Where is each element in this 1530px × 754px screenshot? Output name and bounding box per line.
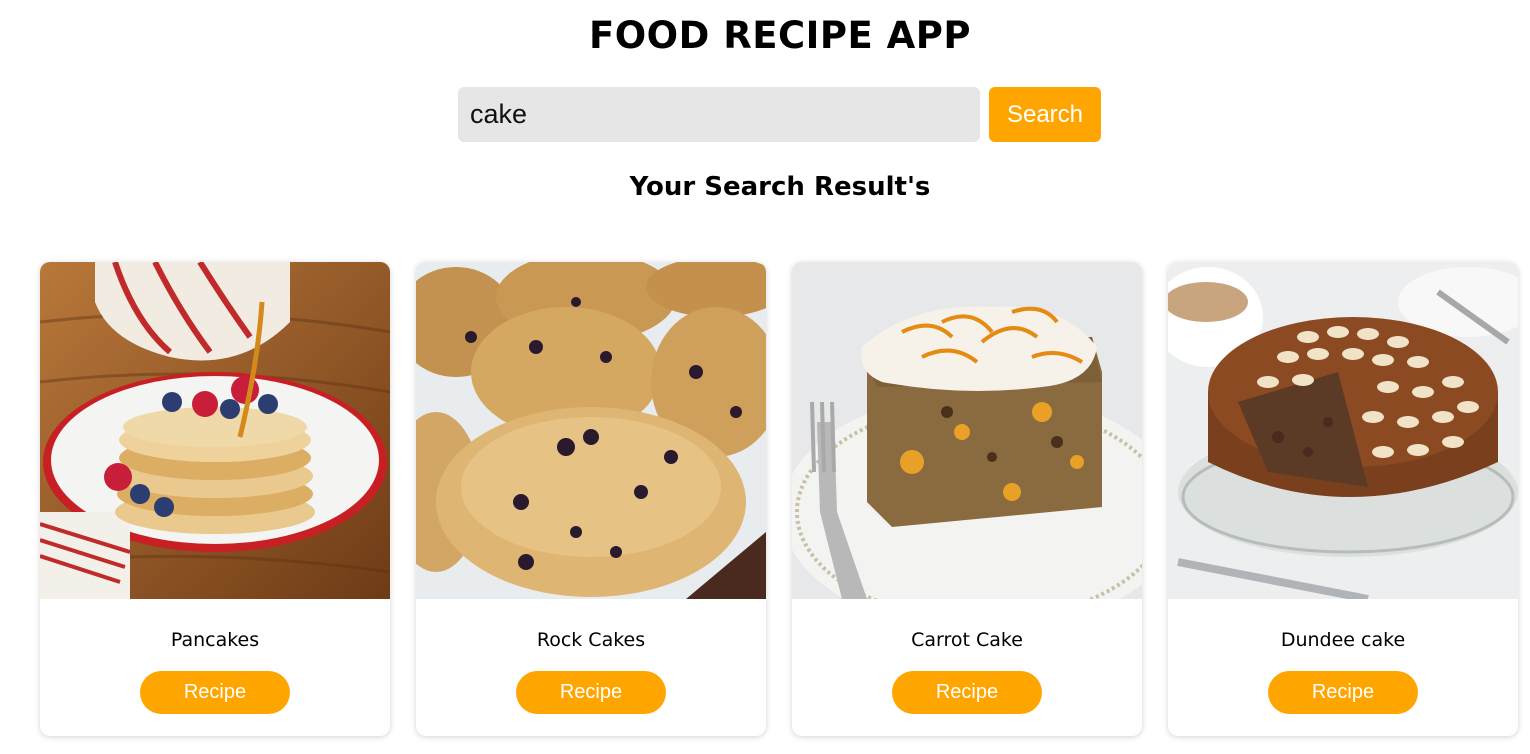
pancakes-image [40,262,390,599]
recipe-button[interactable]: Recipe [140,671,290,714]
search-button[interactable]: Search [989,87,1101,142]
recipe-title: Pancakes [170,629,260,651]
results-grid: Pancakes Recipe Rock Cakes Recipe Carrot… [40,262,1518,736]
recipe-card: Dundee cake Recipe [1168,262,1518,736]
recipe-card: Carrot Cake Recipe [792,262,1142,736]
recipe-card: Pancakes Recipe [40,262,390,736]
recipe-title: Carrot Cake [911,629,1023,651]
recipe-button[interactable]: Recipe [892,671,1042,714]
search-bar: Search [458,87,1101,142]
rock-cakes-image [416,262,766,599]
carrot-cake-image [792,262,1142,599]
recipe-title: Dundee cake [1280,629,1406,651]
search-input[interactable] [458,87,980,142]
results-heading: Your Search Result's [629,172,931,202]
app-title: FOOD RECIPE APP [588,14,972,57]
recipe-button[interactable]: Recipe [1268,671,1418,714]
recipe-title: Rock Cakes [536,629,646,651]
recipe-card: Rock Cakes Recipe [416,262,766,736]
recipe-button[interactable]: Recipe [516,671,666,714]
dundee-cake-image [1168,262,1518,599]
